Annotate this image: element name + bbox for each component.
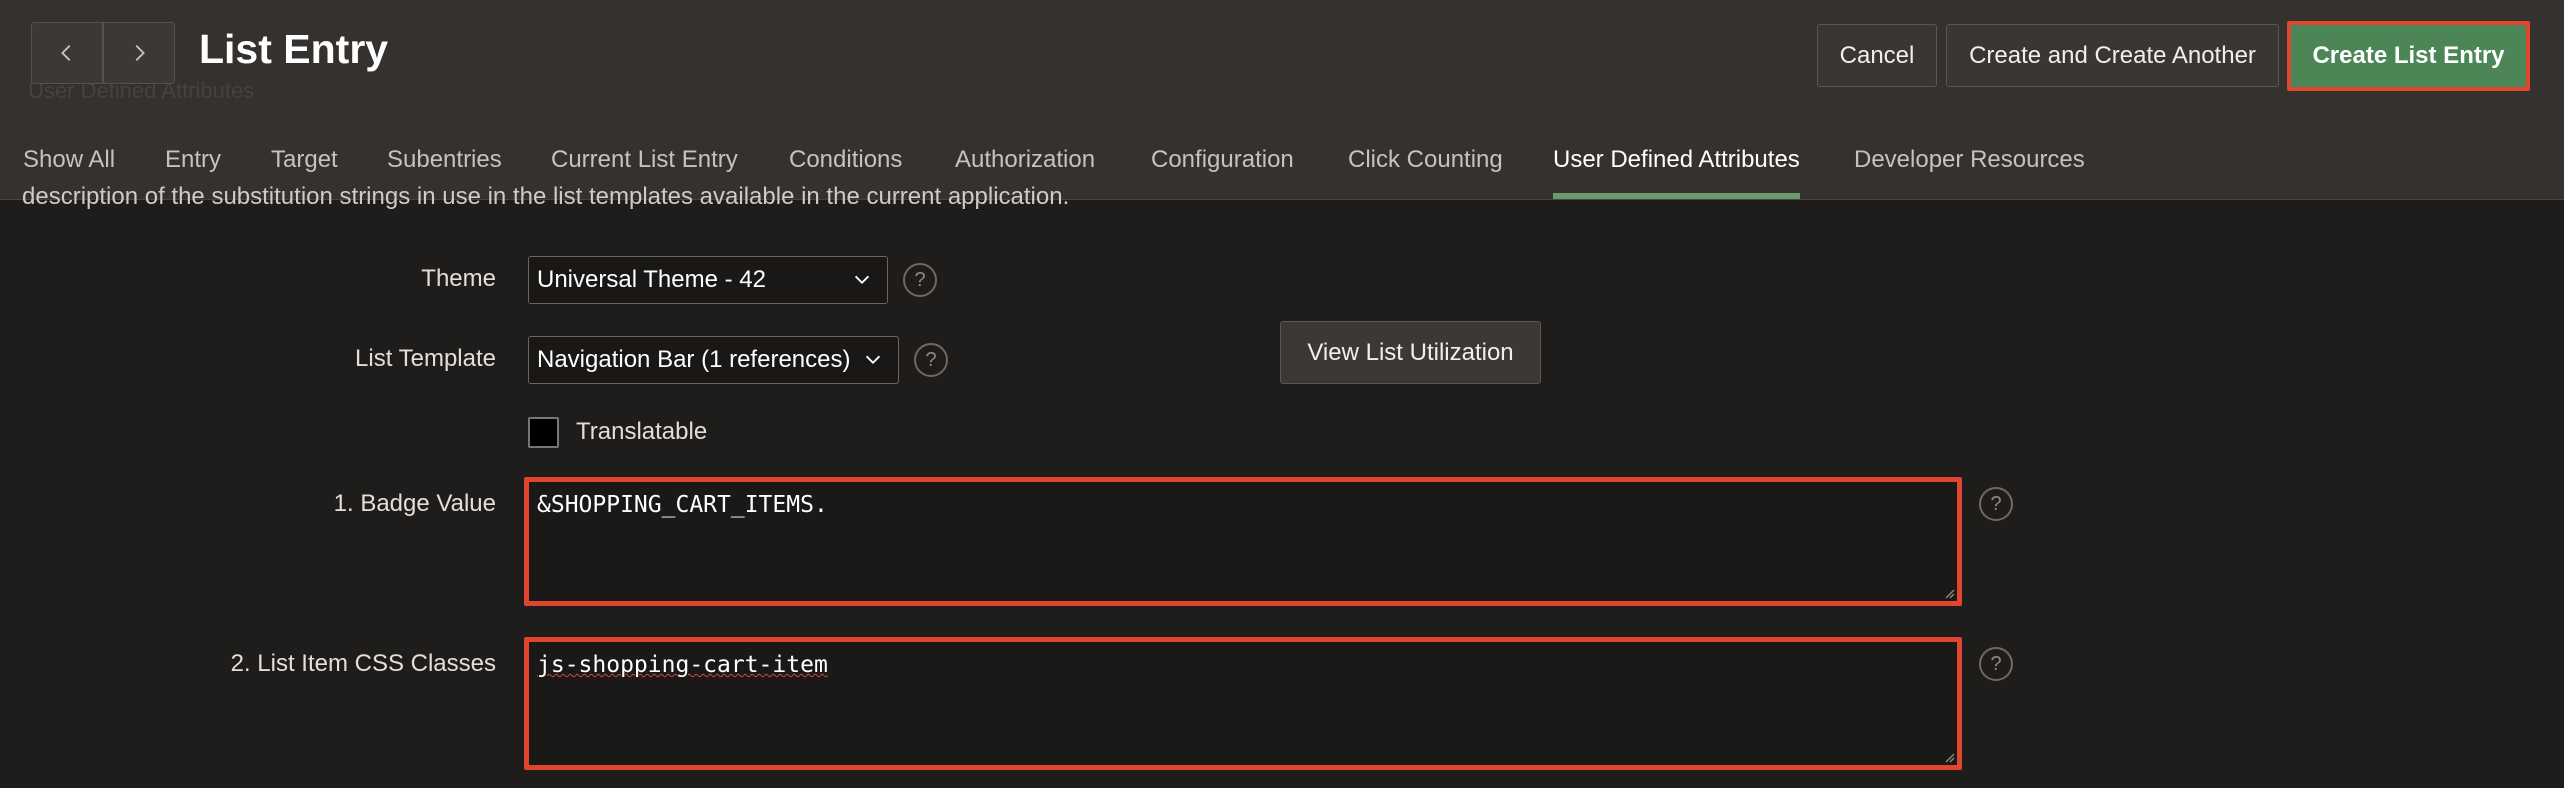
- badge-value-label: 1. Badge Value: [333, 490, 496, 517]
- forward-button[interactable]: [103, 22, 175, 84]
- tab-user-defined-attributes[interactable]: User Defined Attributes: [1553, 140, 1800, 199]
- list-template-label: List Template: [355, 345, 496, 372]
- list-template-select-value: Navigation Bar (1 references): [537, 346, 851, 373]
- tab-developer-resources[interactable]: Developer Resources: [1854, 140, 2085, 199]
- badge-value-textarea[interactable]: &SHOPPING_CART_ITEMS.: [524, 477, 1962, 606]
- create-and-create-another-button[interactable]: Create and Create Another: [1946, 24, 2279, 87]
- theme-select[interactable]: Universal Theme - 42: [528, 256, 888, 304]
- resize-grip-icon[interactable]: [1943, 587, 1955, 599]
- badge-value-text: &SHOPPING_CART_ITEMS.: [537, 492, 828, 518]
- translatable-label: Translatable: [576, 418, 708, 445]
- region-description: description of the substitution strings …: [22, 183, 1070, 210]
- css-classes-text: js-shopping-cart-item: [537, 652, 828, 678]
- list-template-select[interactable]: Navigation Bar (1 references): [528, 336, 899, 384]
- chevron-down-icon: [865, 355, 881, 365]
- list-template-help-icon[interactable]: ?: [914, 343, 948, 377]
- chevron-right-icon: [135, 45, 145, 61]
- cancel-button[interactable]: Cancel: [1817, 24, 1937, 87]
- theme-select-value: Universal Theme - 42: [537, 266, 766, 293]
- page-title: List Entry: [199, 26, 389, 72]
- chevron-left-icon: [61, 45, 71, 61]
- translatable-checkbox[interactable]: [528, 417, 559, 448]
- tab-click-counting[interactable]: Click Counting: [1348, 140, 1503, 199]
- css-classes-help-icon[interactable]: ?: [1979, 647, 2013, 681]
- css-classes-textarea[interactable]: js-shopping-cart-item: [524, 637, 1962, 770]
- theme-help-icon[interactable]: ?: [903, 263, 937, 297]
- badge-value-help-icon[interactable]: ?: [1979, 487, 2013, 521]
- page-header: User Defined Attributes List Entry Cance…: [0, 0, 2564, 200]
- resize-grip-icon[interactable]: [1943, 751, 1955, 763]
- create-list-entry-button[interactable]: Create List Entry: [2287, 21, 2530, 91]
- chevron-down-icon: [854, 275, 870, 285]
- view-list-utilization-button[interactable]: View List Utilization: [1280, 321, 1541, 384]
- theme-label: Theme: [421, 265, 496, 292]
- css-classes-label: 2. List Item CSS Classes: [230, 650, 496, 677]
- tab-configuration[interactable]: Configuration: [1151, 140, 1294, 199]
- back-button[interactable]: [31, 22, 103, 84]
